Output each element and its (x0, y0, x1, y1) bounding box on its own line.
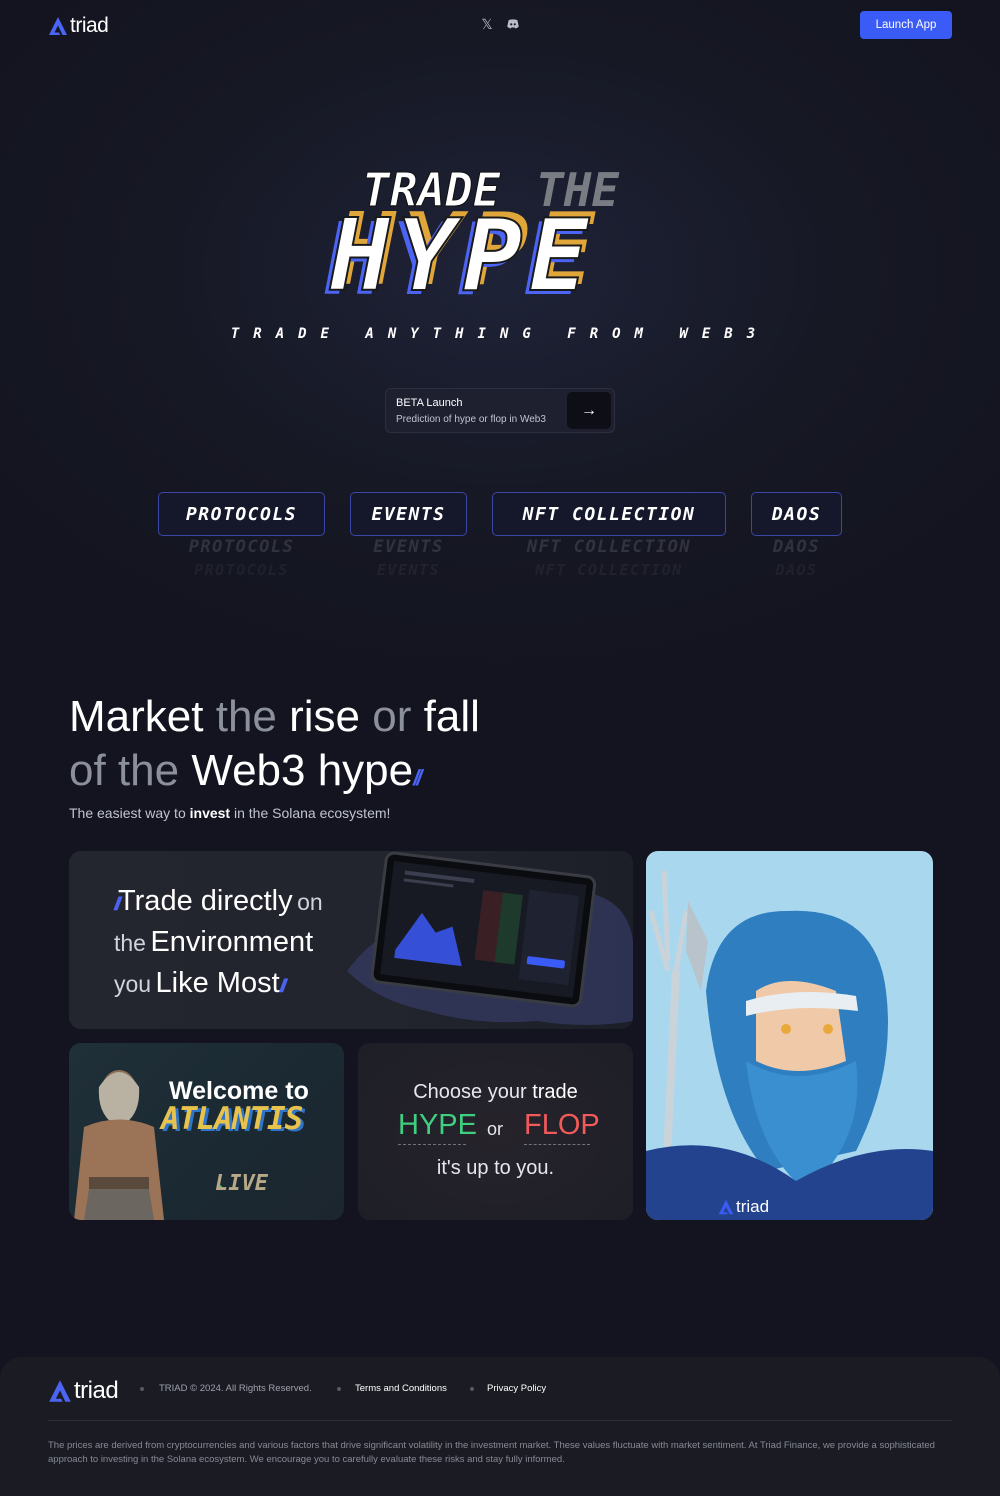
flop-label: FLOP (524, 1109, 600, 1145)
x-icon[interactable]: 𝕏 (480, 17, 494, 31)
separator-dot (470, 1387, 474, 1391)
social-links: 𝕏 (480, 17, 520, 31)
separator-dot (337, 1387, 341, 1391)
triad-logo-icon (49, 17, 67, 35)
choose-trade-card[interactable]: Choose your trade HYPE or FLOP it's up t… (358, 1043, 633, 1220)
site-footer: triad TRIAD © 2024. All Rights Reserved.… (0, 1357, 1000, 1496)
heading-word: rise (289, 692, 361, 741)
arrow-right-icon[interactable]: → (567, 392, 611, 429)
trade-text: Trade directly (118, 885, 293, 917)
footer-logo-text: triad (74, 1377, 119, 1404)
subtitle-text: The easiest way to (69, 805, 186, 821)
slash-decoration-icon: // (413, 765, 422, 790)
hype-label: HYPE (398, 1109, 477, 1145)
headline-hype: HYPE (329, 197, 595, 310)
privacy-link[interactable]: Privacy Policy (487, 1383, 546, 1394)
poseidon-brand: triad (718, 1197, 769, 1217)
choose-bold: trade (532, 1081, 578, 1103)
subtitle-bold: invest (189, 805, 231, 821)
footer-disclaimer: The prices are derived from cryptocurren… (48, 1440, 935, 1465)
market-heading: Market the rise or fall of the Web3 hype… (69, 690, 480, 805)
heading-word: fall (423, 692, 480, 741)
heading-word: Market (69, 692, 204, 741)
category-protocols-reflection: PROTOCOLS PROTOCOLS (188, 537, 295, 579)
hero-tagline: TRADE ANYTHING FROM WEB3 (230, 326, 770, 342)
category-nft-collection[interactable]: NFT COLLECTION (492, 492, 726, 536)
heading-word: Web3 hype (191, 746, 414, 795)
footer-logo[interactable]: triad (48, 1377, 119, 1405)
choose-line: Choose your trade (358, 1081, 633, 1104)
subtitle-text: in the Solana ecosystem! (233, 805, 391, 821)
heading-word: or (372, 692, 412, 741)
warrior-illustration (74, 1070, 164, 1220)
tablet-app-illustration (347, 851, 633, 1025)
trade-environment-card[interactable]: //Trade directly on the Environment you … (69, 851, 633, 1029)
footer-divider (48, 1420, 952, 1421)
logo-text: triad (70, 14, 109, 37)
category-list: PROTOCOLS PROTOCOLS PROTOCOLS EVENTS EVEN… (0, 492, 1000, 592)
triad-logo-icon (49, 1380, 71, 1402)
poseidon-brand-text: triad (736, 1197, 770, 1216)
trade-text: Like Most (155, 967, 280, 999)
category-nft-reflection: NFT COLLECTION NFT COLLECTION (526, 537, 692, 579)
poseidon-illustration (646, 870, 933, 1220)
hero-headline: TRADE THE HYPE HYPE HYPE (324, 163, 620, 311)
triad-logo[interactable]: triad (48, 14, 109, 38)
category-daos[interactable]: DAOS (751, 492, 842, 536)
trade-text: on (297, 889, 323, 915)
copyright: TRIAD © 2024. All Rights Reserved. (159, 1383, 312, 1394)
category-events-reflection: EVENTS EVENTS (373, 537, 444, 579)
trade-text: the (114, 930, 146, 956)
beta-subtitle: Prediction of hype or flop in Web3 (396, 414, 546, 425)
choose-text: Choose your (413, 1081, 527, 1103)
atlantis-card[interactable]: Welcome to ATLANTIS LIVE (69, 1043, 344, 1220)
trade-card-text: //Trade directly on the Environment you … (114, 883, 323, 1006)
slash-decoration-icon: // (279, 976, 287, 996)
poseidon-card[interactable]: triad (646, 851, 933, 1220)
category-protocols[interactable]: PROTOCOLS (158, 492, 325, 536)
heading-word: the (215, 692, 277, 741)
up-to-you-text: it's up to you. (436, 1157, 555, 1179)
market-subtitle: The easiest way to invest in the Solana … (69, 805, 390, 821)
trade-text: Environment (150, 926, 314, 958)
trade-text: you (114, 971, 152, 997)
category-daos-reflection: DAOS DAOS (773, 537, 820, 579)
site-header: triad 𝕏 Launch App (0, 0, 1000, 52)
terms-link[interactable]: Terms and Conditions (355, 1383, 447, 1394)
category-events[interactable]: EVENTS (350, 492, 467, 536)
discord-icon[interactable] (506, 17, 520, 31)
launch-app-button[interactable]: Launch App (860, 11, 952, 39)
or-label: or (486, 1119, 503, 1139)
triad-logo-icon (718, 1199, 734, 1215)
heading-word: of the (69, 746, 180, 795)
atlantis-title: ATLANTIS (161, 1101, 303, 1137)
beta-title: BETA Launch (396, 397, 463, 409)
beta-launch-banner[interactable]: BETA Launch Prediction of hype or flop i… (385, 388, 615, 433)
separator-dot (140, 1387, 144, 1391)
live-badge: LIVE (215, 1171, 268, 1196)
